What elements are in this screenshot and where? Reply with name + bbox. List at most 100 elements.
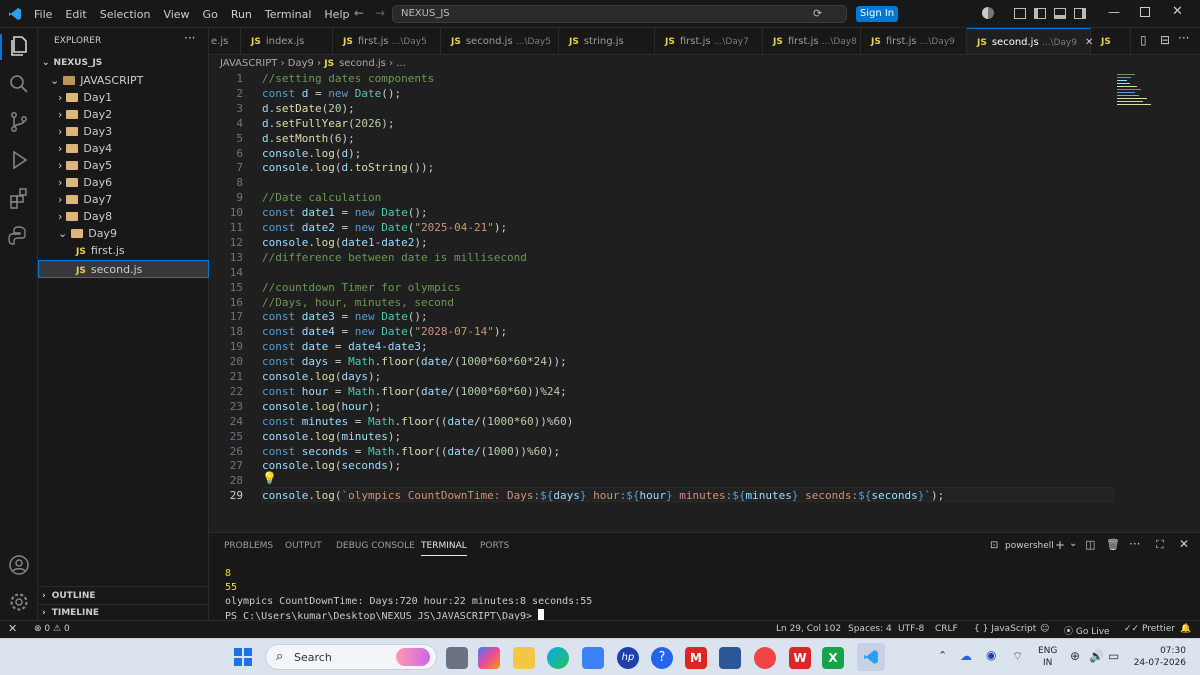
- forward-arrow-icon[interactable]: →: [375, 6, 385, 20]
- command-center[interactable]: NEXUS_JS ⟳: [392, 5, 847, 23]
- menu-terminal[interactable]: Terminal: [265, 8, 312, 21]
- account-icon[interactable]: [7, 553, 31, 577]
- layout-custom-icon[interactable]: [1014, 8, 1026, 19]
- terminal-shell-label[interactable]: powershell: [1005, 541, 1054, 551]
- maximize-panel-icon[interactable]: ⛶: [1156, 538, 1164, 552]
- editor-tab[interactable]: JS index.js: [241, 28, 333, 54]
- more-actions-icon[interactable]: ···: [1178, 31, 1190, 45]
- onedrive-icon[interactable]: ☁: [960, 649, 972, 663]
- indentation[interactable]: Spaces: 4: [848, 624, 892, 634]
- go-live-button[interactable]: ⦿ Go Live: [1064, 624, 1110, 637]
- close-panel-icon[interactable]: ✕: [1179, 537, 1189, 551]
- vscode-taskbar-button[interactable]: [857, 643, 885, 671]
- file-second-js[interactable]: JS second.js: [38, 260, 209, 278]
- folder-item[interactable]: › Day1: [38, 89, 209, 106]
- restore-icon[interactable]: [1140, 7, 1150, 17]
- chevron-down-icon[interactable]: ⌄: [1069, 538, 1077, 549]
- tab-debug-console[interactable]: DEBUG CONSOLE: [336, 541, 415, 551]
- settings-gear-icon[interactable]: [7, 590, 31, 614]
- word-icon[interactable]: [719, 647, 741, 669]
- volume-icon[interactable]: 🔊: [1089, 649, 1104, 663]
- toggle-panel-icon[interactable]: [1054, 8, 1066, 19]
- globe-network-icon[interactable]: ⊕: [1070, 649, 1080, 663]
- folder-item[interactable]: › Day7: [38, 191, 209, 208]
- copilot-status-icon[interactable]: ☺: [1040, 624, 1049, 634]
- prettier-status[interactable]: ✓✓ Prettier: [1124, 624, 1175, 634]
- explorer-files-icon[interactable]: [7, 34, 31, 58]
- editor-tab[interactable]: JS first.js ...\Day8: [763, 28, 861, 54]
- encoding[interactable]: UTF-8: [898, 624, 924, 634]
- help-icon[interactable]: ?: [651, 647, 673, 669]
- tray-chevron-up-icon[interactable]: ⌃: [938, 649, 947, 662]
- extensions-icon[interactable]: [7, 186, 31, 210]
- toggle-sidebar-icon[interactable]: [1034, 8, 1046, 19]
- wifi-tray-icon[interactable]: ⌔: [1012, 649, 1023, 664]
- mcafee-icon[interactable]: M: [685, 647, 707, 669]
- clock[interactable]: 07:30 24-07-2026: [1130, 645, 1186, 669]
- source-control-icon[interactable]: [7, 110, 31, 134]
- remote-icon[interactable]: ✕: [8, 622, 17, 635]
- wps-office-icon[interactable]: W: [789, 647, 811, 669]
- menu-run[interactable]: Run: [231, 8, 252, 21]
- folder-item[interactable]: › Day3: [38, 123, 209, 140]
- project-root[interactable]: ⌄ NEXUS_JS: [38, 55, 209, 72]
- timeline-section[interactable]: › TIMELINE: [38, 604, 209, 620]
- windows-start-icon[interactable]: [234, 648, 252, 666]
- kill-terminal-icon[interactable]: 🗑: [1106, 538, 1120, 551]
- file-first-js[interactable]: JS first.js: [38, 242, 209, 259]
- editor-tab[interactable]: JS string.js: [559, 28, 655, 54]
- menu-help[interactable]: Help: [324, 8, 349, 21]
- minimize-icon[interactable]: —: [1108, 5, 1120, 19]
- outline-section[interactable]: › OUTLINE: [38, 586, 209, 604]
- battery-icon[interactable]: ▭: [1108, 649, 1119, 663]
- language-mode[interactable]: { } JavaScript: [974, 624, 1036, 634]
- tab-ports[interactable]: PORTS: [480, 541, 509, 551]
- menu-view[interactable]: View: [163, 8, 189, 21]
- excel-icon[interactable]: X: [822, 647, 844, 669]
- more-actions-icon[interactable]: ···: [1129, 537, 1140, 551]
- split-editor-right-icon[interactable]: ⊟: [1160, 33, 1171, 47]
- accounts-icon[interactable]: [982, 7, 994, 19]
- editor-tab[interactable]: e.js: [209, 28, 241, 54]
- search-icon[interactable]: [7, 72, 31, 96]
- toggle-secondary-sidebar-icon[interactable]: [1074, 8, 1086, 19]
- notifications-bell-icon[interactable]: 🔔: [1180, 624, 1191, 634]
- breadcrumb-symbol[interactable]: ...: [396, 58, 406, 69]
- folder-item[interactable]: › Day4: [38, 140, 209, 157]
- folder-item[interactable]: › Day2: [38, 106, 209, 123]
- problems-status[interactable]: ⊗ 0 ⚠ 0: [34, 624, 70, 634]
- hp-app-icon[interactable]: hp: [617, 647, 639, 669]
- folder-item[interactable]: › Day6: [38, 174, 209, 191]
- breadcrumb-folder[interactable]: Day9: [288, 58, 314, 69]
- split-editor-icon[interactable]: ▯: [1140, 33, 1147, 47]
- breadcrumb-root[interactable]: JAVASCRIPT: [220, 58, 277, 69]
- editor-tab[interactable]: JS: [1091, 28, 1131, 54]
- store-icon[interactable]: [582, 647, 604, 669]
- file-explorer-icon[interactable]: [513, 647, 535, 669]
- tab-terminal[interactable]: TERMINAL: [421, 541, 467, 556]
- folder-item[interactable]: › Day5: [38, 157, 209, 174]
- editor-tab[interactable]: JS second.js ...\Day5: [441, 28, 559, 54]
- taskbar-search-box[interactable]: ⌕ Search: [265, 644, 437, 670]
- menu-file[interactable]: File: [34, 8, 52, 21]
- back-arrow-icon[interactable]: ←: [354, 6, 364, 20]
- task-view-icon[interactable]: [446, 647, 468, 669]
- folder-item[interactable]: ⌄ Day9: [38, 225, 209, 242]
- input-language[interactable]: ENG IN: [1038, 645, 1057, 669]
- tab-output[interactable]: OUTPUT: [285, 541, 322, 551]
- menu-edit[interactable]: Edit: [65, 8, 86, 21]
- security-icon[interactable]: ◉: [986, 648, 996, 662]
- folder-javascript[interactable]: ⌄ JAVASCRIPT: [38, 72, 209, 89]
- split-terminal-icon[interactable]: ◫: [1085, 538, 1095, 551]
- edge-browser-icon[interactable]: [547, 647, 569, 669]
- run-debug-icon[interactable]: [7, 148, 31, 172]
- eol[interactable]: CRLF: [935, 624, 958, 634]
- minimap[interactable]: [1117, 72, 1157, 122]
- lightbulb-icon[interactable]: 💡: [262, 471, 277, 485]
- menu-go[interactable]: Go: [203, 8, 218, 21]
- breadcrumb-file[interactable]: second.js: [339, 58, 386, 69]
- close-window-icon[interactable]: ✕: [1172, 4, 1183, 19]
- menu-selection[interactable]: Selection: [100, 8, 151, 21]
- copilot-app-icon[interactable]: [478, 647, 500, 669]
- sign-in-button[interactable]: Sign In: [856, 6, 898, 22]
